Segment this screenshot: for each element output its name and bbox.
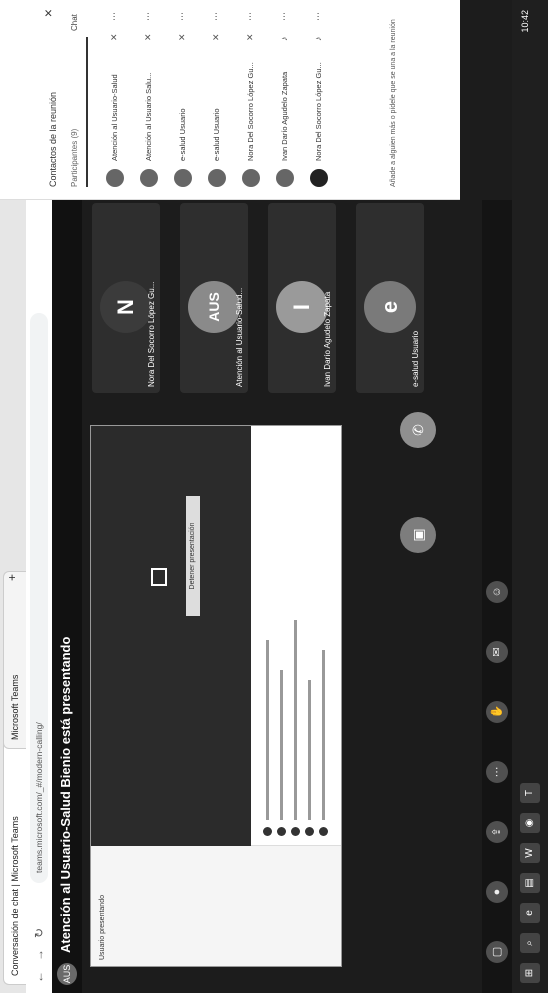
list-item [319,446,329,836]
mic-off-icon: ✕ [211,33,221,41]
meeting-title: Atención al Usuario-Salud Bienio está pr… [58,636,73,953]
shared-sidebar-label: Usuario presentando [99,895,106,960]
meeting-controls-bar: ▢ ● ⇪ ⋯ ✋ ✉ ☺ [482,200,512,993]
panel-title: Contactos de la reunión [48,91,58,187]
participant-name: Nora Del Socorro López Gu... [246,62,255,161]
participant-name: Ivan Darío Agudelo Zapata [280,71,289,161]
more-icon[interactable]: ⋯ [211,12,222,21]
avatar [106,169,124,187]
participant-tile-name: Atención al Usuario-Salud... [235,287,244,387]
participant-tile-name: Ivan Darío Agudelo Zapata [323,291,332,387]
avatar [310,169,328,187]
mic-on-icon: ♪ [279,36,289,42]
explorer-icon[interactable]: ▤ [520,873,540,893]
shared-stage: Detener presentación [91,426,251,846]
participant-row[interactable]: Nora Del Socorro López Gu... ♪ ⋯ [308,9,332,187]
reload-icon[interactable]: ↻ [31,925,47,941]
avatar: e [364,281,416,333]
avatar: I [276,281,328,333]
share-icon [151,568,167,586]
chat-icon[interactable]: ✉ [486,641,508,663]
share-screen-icon[interactable]: ⇪ [486,821,508,843]
taskbar: ⊞ ⌕ e ▤ W ◉ T 10:42 [512,0,548,993]
word-icon[interactable]: W [520,843,540,863]
list-item [277,446,287,836]
chat-tab[interactable]: Chat [70,14,79,31]
participant-tile[interactable]: I Ivan Darío Agudelo Zapata [268,203,336,393]
mic-off-icon: ✕ [177,33,187,41]
rotated-desktop: Conversación de chat | Microsoft Teams M… [0,0,548,993]
participant-row[interactable]: Atención al Usuario-Salud ✕ ⋯ [104,9,128,187]
raise-hand-icon[interactable]: ✋ [486,701,508,723]
list-item [291,446,301,836]
participant-tile[interactable]: N Nora Del Socorro López Gu... [92,203,160,393]
participant-name: Nora Del Socorro López Gu... [314,62,323,161]
taskbar-clock: 10:42 [520,10,530,33]
participant-row[interactable]: e-salud Usuario ✕ ⋯ [206,9,230,187]
start-icon[interactable]: ⊞ [520,963,540,983]
avatar [140,169,158,187]
list-item [305,446,315,836]
forward-icon[interactable]: → [31,947,47,963]
screen: Conversación de chat | Microsoft Teams M… [0,0,548,993]
more-icon[interactable]: ⋯ [177,12,188,21]
avatar [276,169,294,187]
meeting-header: AUS Atención al Usuario-Salud Bienio est… [52,200,82,993]
teams-icon[interactable]: T [520,783,540,803]
video-toggle-button[interactable]: ▣ [400,517,436,553]
participants-panel: Contactos de la reunión × Participantes … [0,0,460,200]
avatar: AUS [188,281,240,333]
participant-name: Atención al Usuario Salu... [144,72,153,161]
browser-tab-teams-chat[interactable]: Conversación de chat | Microsoft Teams [3,737,26,985]
more-icon[interactable]: ⋯ [109,12,120,21]
more-icon[interactable]: ⋯ [245,12,256,21]
more-options-icon[interactable]: ⋯ [486,761,508,783]
participant-row[interactable]: Ivan Darío Agudelo Zapata ♪ ⋯ [274,9,298,187]
mic-off-icon: ✕ [245,33,255,41]
shared-sidebar: Usuario presentando [91,845,341,966]
avatar [208,169,226,187]
stop-presenting-button[interactable]: Detener presentación [186,496,200,616]
participants-tab[interactable]: Participantes (9) [70,37,88,187]
new-tab-button[interactable]: + [5,574,19,581]
presenter-avatar: AUS [57,963,77,985]
close-icon[interactable]: × [40,9,56,17]
mic-on-icon: ♪ [313,36,323,42]
avatar [174,169,192,187]
hang-up-button[interactable]: ✆ [400,412,436,448]
edge-icon[interactable]: e [520,903,540,923]
participant-name: e-salud Usuario [178,108,187,161]
participant-tile[interactable]: e e-salud Usuario [356,203,424,393]
participant-row[interactable]: Nora Del Socorro López Gu... ✕ ⋯ [240,9,264,187]
mic-icon[interactable]: ● [486,881,508,903]
participant-tile-name: e-salud Usuario [411,330,420,387]
search-icon[interactable]: ⌕ [520,933,540,953]
more-icon[interactable]: ⋯ [279,12,290,21]
more-icon[interactable]: ⋯ [143,12,154,21]
shared-screen: Usuario presentando Detener presentación [90,425,342,967]
url-field[interactable]: teams.microsoft.com/_#/modern-calling/ [30,313,48,883]
more-icon[interactable]: ⋯ [313,12,324,21]
participant-row[interactable]: e-salud Usuario ✕ ⋯ [172,9,196,187]
back-icon[interactable]: ← [31,969,47,985]
participant-tile[interactable]: AUS Atención al Usuario-Salud... [180,203,248,393]
mic-off-icon: ✕ [143,33,153,41]
participant-tile-name: Nora Del Socorro López Gu... [147,281,156,387]
participant-row[interactable]: Atención al Usuario Salu... ✕ ⋯ [138,9,162,187]
avatar [242,169,260,187]
participant-name: Atención al Usuario-Salud [110,74,119,161]
camera-icon[interactable]: ▢ [486,941,508,963]
chrome-icon[interactable]: ◉ [520,813,540,833]
browser-tab-teams[interactable]: Microsoft Teams [3,571,26,749]
list-item [263,446,273,836]
avatar: N [100,281,152,333]
participant-name: e-salud Usuario [212,108,221,161]
invite-hint: Añade a alguien más o pídele que se una … [390,19,397,187]
mic-off-icon: ✕ [109,33,119,41]
participants-icon[interactable]: ☺ [486,581,508,603]
